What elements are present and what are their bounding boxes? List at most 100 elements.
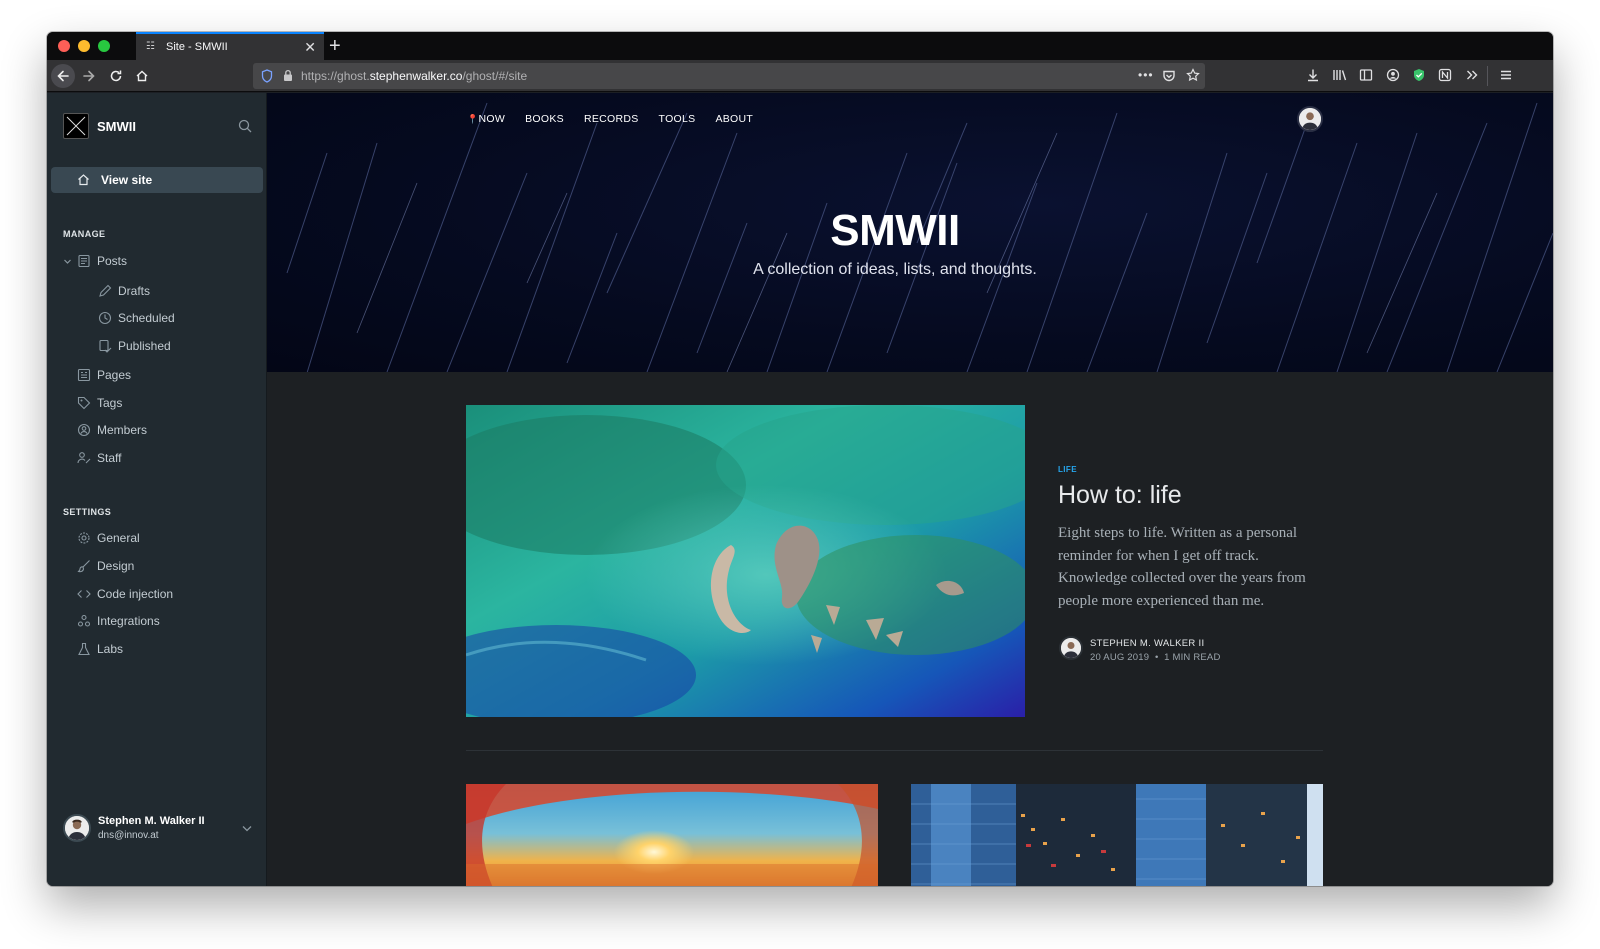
account-email: dns@innov.at — [98, 830, 159, 841]
page-actions-icon[interactable]: ••• — [1138, 68, 1154, 82]
sidebar-toggle-icon[interactable] — [1359, 68, 1373, 82]
post-card-image[interactable] — [466, 784, 878, 886]
pin-icon: 📍 — [467, 114, 479, 124]
sidebar-item-tags[interactable]: Tags — [47, 392, 267, 414]
address-bar[interactable]: https://ghost.stephenwalker.co/ghost/#/s… — [253, 63, 1205, 89]
nav-link-books[interactable]: BOOKS — [525, 113, 564, 125]
sidebar-item-general[interactable]: General — [47, 527, 267, 549]
bookmark-star-icon[interactable] — [1186, 68, 1200, 82]
pocket-icon[interactable] — [1162, 69, 1176, 83]
flask-icon — [78, 642, 90, 656]
home-button[interactable] — [130, 64, 154, 88]
page-favicon-icon: ☷ — [146, 41, 155, 52]
back-arrow-icon — [57, 70, 69, 82]
sidebar-item-label: Labs — [97, 642, 124, 656]
post-excerpt: Eight steps to life. Written as a person… — [1058, 525, 1306, 609]
close-tab-icon[interactable]: ✕ — [304, 39, 316, 55]
nav-link-now[interactable]: 📍NOW — [467, 113, 505, 125]
post-tag-link[interactable]: LIFE — [1058, 465, 1077, 474]
tag-icon — [77, 396, 91, 410]
published-icon — [99, 339, 112, 353]
user-avatar — [63, 814, 91, 842]
posts-icon — [78, 254, 90, 268]
section-divider — [466, 750, 1323, 751]
close-window-button[interactable] — [58, 40, 70, 52]
staff-icon — [77, 452, 91, 464]
sidebar-item-labs[interactable]: Labs — [47, 638, 267, 660]
sidebar-item-integrations[interactable]: Integrations — [47, 610, 267, 632]
reload-button[interactable] — [104, 64, 128, 88]
sidebar-item-label: General — [97, 531, 140, 545]
meta-separator: • — [1154, 652, 1159, 663]
post-title-link[interactable]: How to: life — [1058, 481, 1182, 510]
tracking-shield-icon — [261, 69, 273, 83]
sidebar-item-scheduled[interactable]: Scheduled — [47, 307, 267, 329]
brand-logo — [63, 113, 89, 139]
forward-arrow-icon — [83, 70, 95, 82]
post-author-avatar[interactable] — [1059, 636, 1083, 660]
featured-post-image[interactable] — [466, 405, 1025, 717]
nav-link-records[interactable]: RECORDS — [584, 113, 639, 125]
sidebar-item-code-injection[interactable]: Code injection — [47, 583, 267, 605]
code-icon — [77, 590, 91, 598]
sidebar-item-members[interactable]: Members — [47, 419, 267, 441]
site-preview: 📍NOW BOOKS RECORDS TOOLS ABOUT SMWII A c… — [267, 93, 1553, 886]
gear-icon — [78, 532, 90, 544]
sidebar-item-published[interactable]: Published — [47, 335, 267, 357]
brand-name: SMWII — [97, 118, 136, 134]
sidebar-item-posts[interactable]: Posts — [47, 250, 267, 272]
post-author-name[interactable]: STEPHEN M. WALKER II — [1090, 638, 1204, 649]
sidebar-item-label: Drafts — [118, 284, 151, 298]
account-icon[interactable] — [1386, 68, 1400, 82]
chevron-down-icon[interactable] — [241, 822, 253, 834]
download-icon[interactable] — [1306, 68, 1320, 82]
privacy-extension-icon[interactable] — [1412, 68, 1426, 82]
sidebar-item-staff[interactable]: Staff — [47, 447, 267, 469]
sidebar-item-label: Scheduled — [118, 311, 175, 325]
sidebar-item-label: Pages — [97, 368, 132, 382]
home-icon — [78, 174, 89, 186]
manage-section-title: MANAGE — [63, 229, 106, 239]
minimize-window-button[interactable] — [78, 40, 90, 52]
brush-icon — [77, 560, 90, 573]
forward-button[interactable] — [77, 64, 101, 88]
notion-extension-icon[interactable] — [1438, 68, 1452, 82]
site-header: 📍NOW BOOKS RECORDS TOOLS ABOUT SMWII A c… — [267, 93, 1553, 372]
site-author-avatar[interactable] — [1297, 106, 1323, 132]
sidebar-item-label: Posts — [97, 254, 128, 268]
integrations-icon — [77, 614, 91, 627]
sidebar-item-label: Integrations — [97, 614, 160, 628]
hamburger-menu-icon[interactable] — [1499, 68, 1513, 82]
toolbar-divider — [1487, 66, 1488, 86]
nav-link-about[interactable]: ABOUT — [715, 113, 753, 125]
url-text: https://ghost.stephenwalker.co/ghost/#/s… — [301, 69, 528, 83]
post-meta: 20 AUG 2019 • 1 MIN READ — [1090, 652, 1221, 663]
navigation-toolbar: https://ghost.stephenwalker.co/ghost/#/s… — [47, 60, 1553, 92]
brand[interactable]: SMWII — [63, 113, 136, 139]
nav-link-tools[interactable]: TOOLS — [659, 113, 696, 125]
sidebar-item-design[interactable]: Design — [47, 555, 267, 577]
account-menu[interactable]: Stephen M. Walker II dns@innov.at — [63, 810, 253, 850]
back-button[interactable] — [51, 64, 75, 88]
browser-window: ☷ Site - SMWII ✕ + https://ghost.stephen… — [47, 32, 1553, 886]
pencil-icon — [99, 284, 112, 297]
browser-tab[interactable]: ☷ Site - SMWII ✕ — [136, 32, 324, 60]
post-date: 20 AUG 2019 — [1090, 652, 1150, 663]
clock-icon — [98, 311, 112, 325]
post-read-time: 1 MIN READ — [1164, 652, 1221, 663]
new-tab-button[interactable]: + — [329, 35, 341, 57]
lock-icon — [284, 69, 292, 81]
maximize-window-button[interactable] — [98, 40, 110, 52]
admin-sidebar: SMWII View site MANAGE Posts Drafts Sche… — [47, 93, 267, 886]
chevron-down-icon[interactable] — [63, 257, 72, 266]
post-card-image[interactable] — [911, 784, 1323, 886]
sidebar-item-label: Design — [97, 559, 135, 573]
tab-strip: ☷ Site - SMWII ✕ + — [47, 32, 1553, 60]
library-icon[interactable] — [1332, 68, 1348, 82]
sidebar-item-drafts[interactable]: Drafts — [47, 280, 267, 302]
view-site-button[interactable]: View site — [51, 167, 263, 193]
sidebar-item-pages[interactable]: Pages — [47, 364, 267, 386]
site-title: SMWII — [830, 206, 960, 255]
search-icon[interactable] — [238, 119, 252, 133]
overflow-chevrons-icon[interactable] — [1465, 68, 1479, 82]
